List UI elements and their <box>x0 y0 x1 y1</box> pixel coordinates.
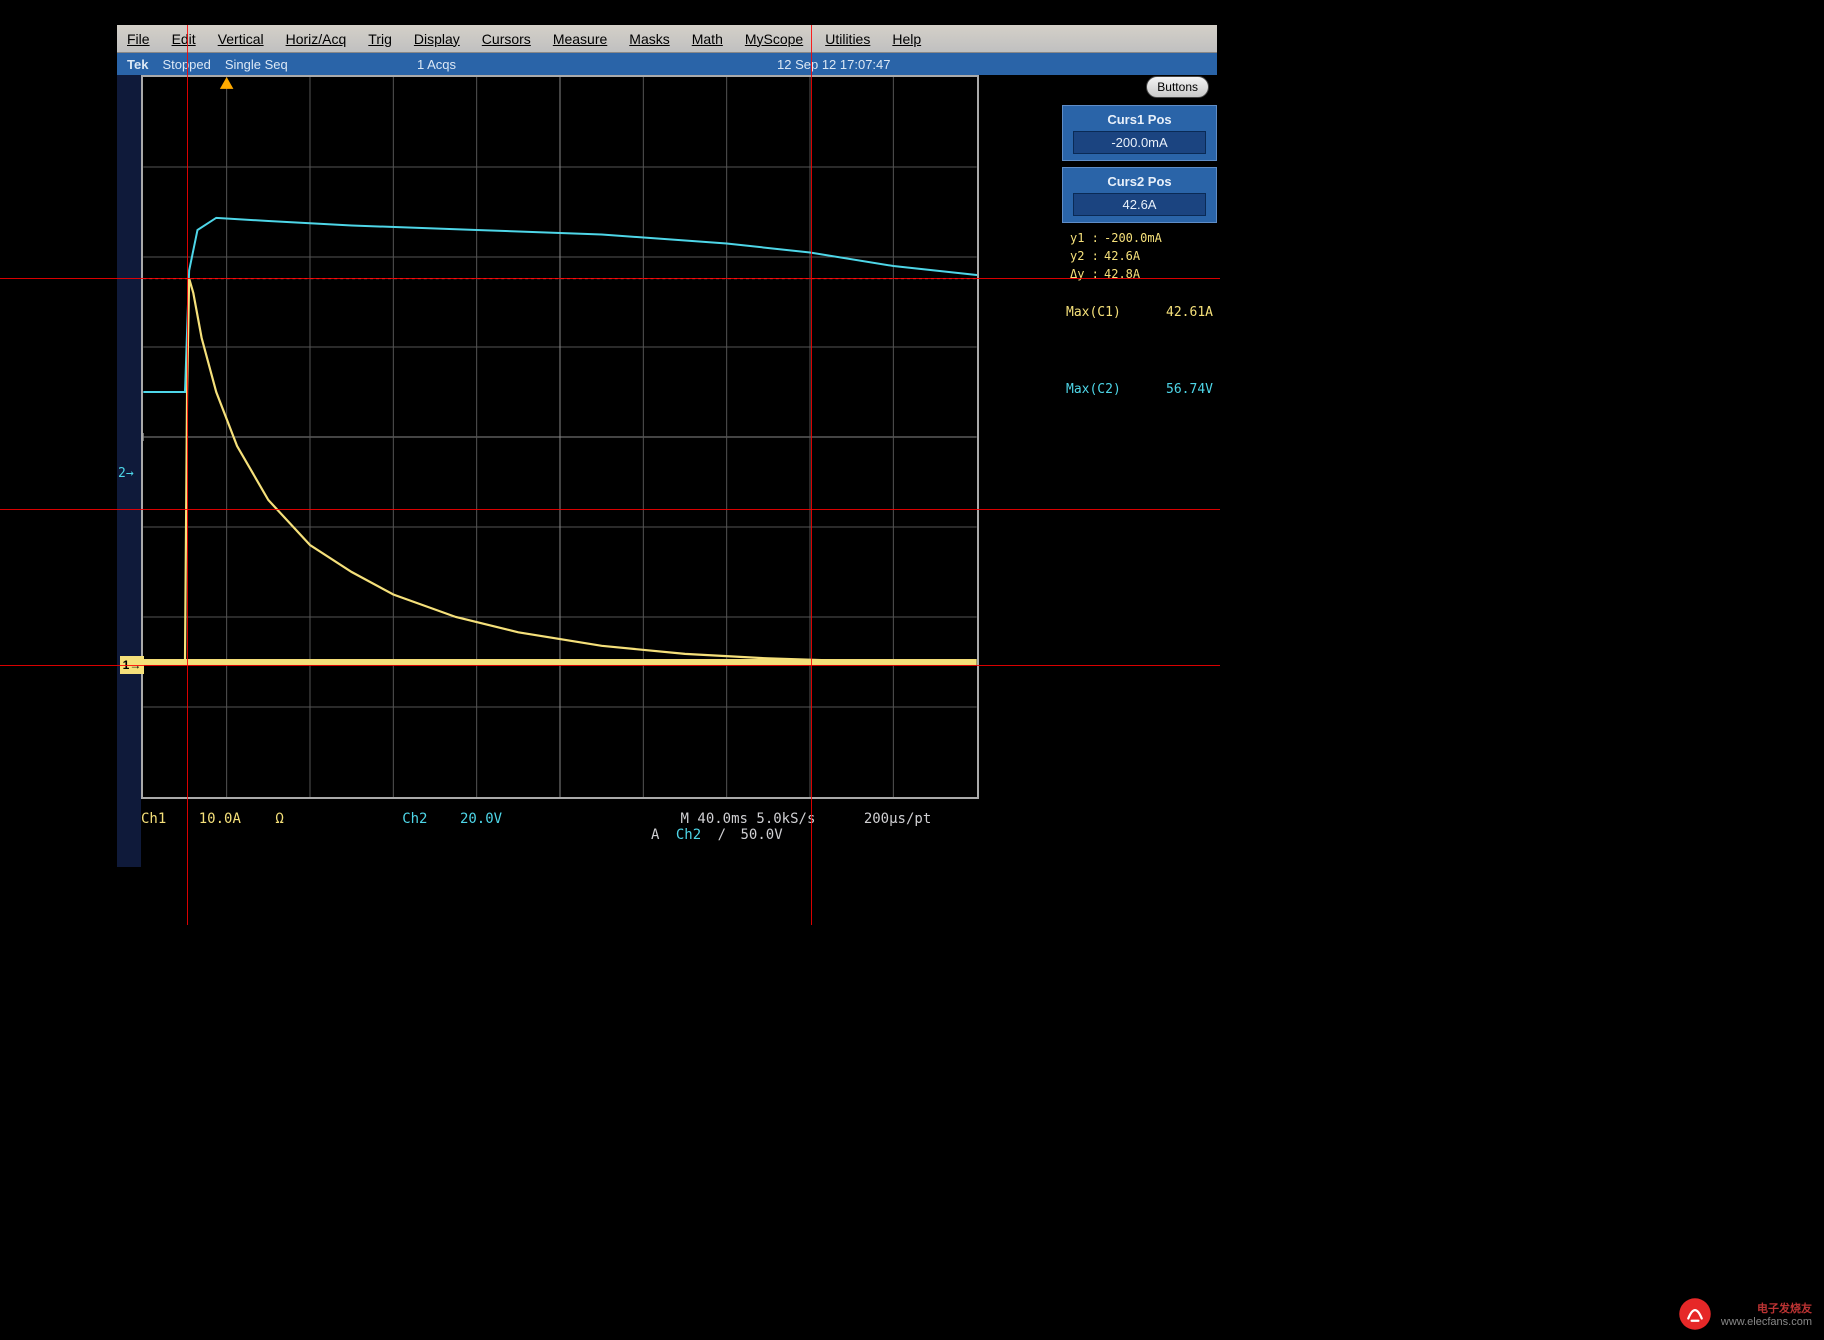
curs1-title: Curs1 Pos <box>1067 112 1212 127</box>
menu-bar: File Edit Vertical Horiz/Acq Trig Displa… <box>117 25 1217 53</box>
overlay-cursor-v-1 <box>187 25 188 925</box>
ch1-scale: 10.0A <box>199 811 241 827</box>
resolution: 200µs/pt <box>864 811 931 827</box>
menu-trig[interactable]: Trig <box>368 31 392 47</box>
menu-math[interactable]: Math <box>692 31 723 47</box>
oscilloscope-window: File Edit Vertical Horiz/Acq Trig Displa… <box>117 25 1217 915</box>
curs2-title: Curs2 Pos <box>1067 174 1212 189</box>
attribution-logo-icon <box>1677 1296 1713 1332</box>
overlay-cursor-h-3 <box>0 509 1220 510</box>
brand-label: Tek <box>127 57 148 72</box>
curs1-value[interactable]: -200.0mA <box>1073 131 1206 154</box>
ch2-label: Ch2 <box>402 811 427 827</box>
overlay-cursor-h-1 <box>0 278 1220 279</box>
status-left: Tek Stopped Single Seq <box>117 57 288 72</box>
readout-y1: y1 :-200.0mA <box>1062 229 1217 247</box>
menu-horiz-acq[interactable]: Horiz/Acq <box>286 31 347 47</box>
waveform-plot <box>143 77 977 797</box>
buttons-button-label: Buttons <box>1157 80 1198 94</box>
measurement-max-c1: Max(C1)42.61A <box>1062 303 1217 322</box>
curs2-value[interactable]: 42.6A <box>1073 193 1206 216</box>
overlay-cursor-h-2 <box>0 665 1220 666</box>
cursor-readouts: y1 :-200.0mA y2 :42.6A Δy :42.8A <box>1062 229 1217 283</box>
curs2-box[interactable]: Curs2 Pos 42.6A <box>1062 167 1217 223</box>
curs1-box[interactable]: Curs1 Pos -200.0mA <box>1062 105 1217 161</box>
menu-masks[interactable]: Masks <box>629 31 669 47</box>
overlay-cursor-v-2 <box>811 25 812 925</box>
trig-level: 50.0V <box>740 827 782 843</box>
menu-edit[interactable]: Edit <box>172 31 196 47</box>
menu-display[interactable]: Display <box>414 31 460 47</box>
readout-y2: y2 :42.6A <box>1062 247 1217 265</box>
menu-utilities[interactable]: Utilities <box>825 31 870 47</box>
menu-help[interactable]: Help <box>892 31 921 47</box>
attribution-brand: 电子发烧友 <box>1721 1300 1812 1316</box>
trig-slope-icon: / <box>718 827 726 843</box>
acq-count: 1 Acqs <box>417 57 456 72</box>
trig-prefix: A <box>651 827 659 843</box>
menu-vertical[interactable]: Vertical <box>218 31 264 47</box>
measurement-max-c2: Max(C2)56.74V <box>1062 380 1217 399</box>
trig-source: Ch2 <box>676 827 701 843</box>
menu-cursors[interactable]: Cursors <box>482 31 531 47</box>
datetime: 12 Sep 12 17:07:47 <box>777 57 891 72</box>
bottom-readout: Ch1 10.0A Ω Ch2 20.0V M 40.0ms 5.0kS/s 2… <box>141 807 979 847</box>
waveform-graticule[interactable]: 2→ 1→ <box>141 75 979 799</box>
menu-myscope[interactable]: MyScope <box>745 31 803 47</box>
ch2-scale: 20.0V <box>460 811 502 827</box>
seq-mode: Single Seq <box>225 57 288 72</box>
ch1-coupling: Ω <box>275 811 283 827</box>
ch2-ground-marker: 2→ <box>118 466 134 481</box>
ch1-label: Ch1 <box>141 811 166 827</box>
timebase: M 40.0ms 5.0kS/s <box>681 811 816 827</box>
side-panel: Curs1 Pos -200.0mA Curs2 Pos 42.6A y1 :-… <box>1062 105 1217 399</box>
trigger-pos-icon <box>220 77 234 89</box>
ch2-right-arrow-icon <box>975 269 977 281</box>
buttons-button[interactable]: Buttons <box>1146 76 1209 98</box>
status-bar: Tek Stopped Single Seq 1 Acqs 12 Sep 12 … <box>117 53 1217 75</box>
trace-ch1 <box>143 279 935 662</box>
attribution: 电子发烧友 www.elecfans.com <box>1677 1296 1812 1332</box>
readout-dy: Δy :42.8A <box>1062 265 1217 283</box>
attribution-url: www.elecfans.com <box>1721 1316 1812 1328</box>
menu-file[interactable]: File <box>127 31 150 47</box>
menu-measure[interactable]: Measure <box>553 31 607 47</box>
